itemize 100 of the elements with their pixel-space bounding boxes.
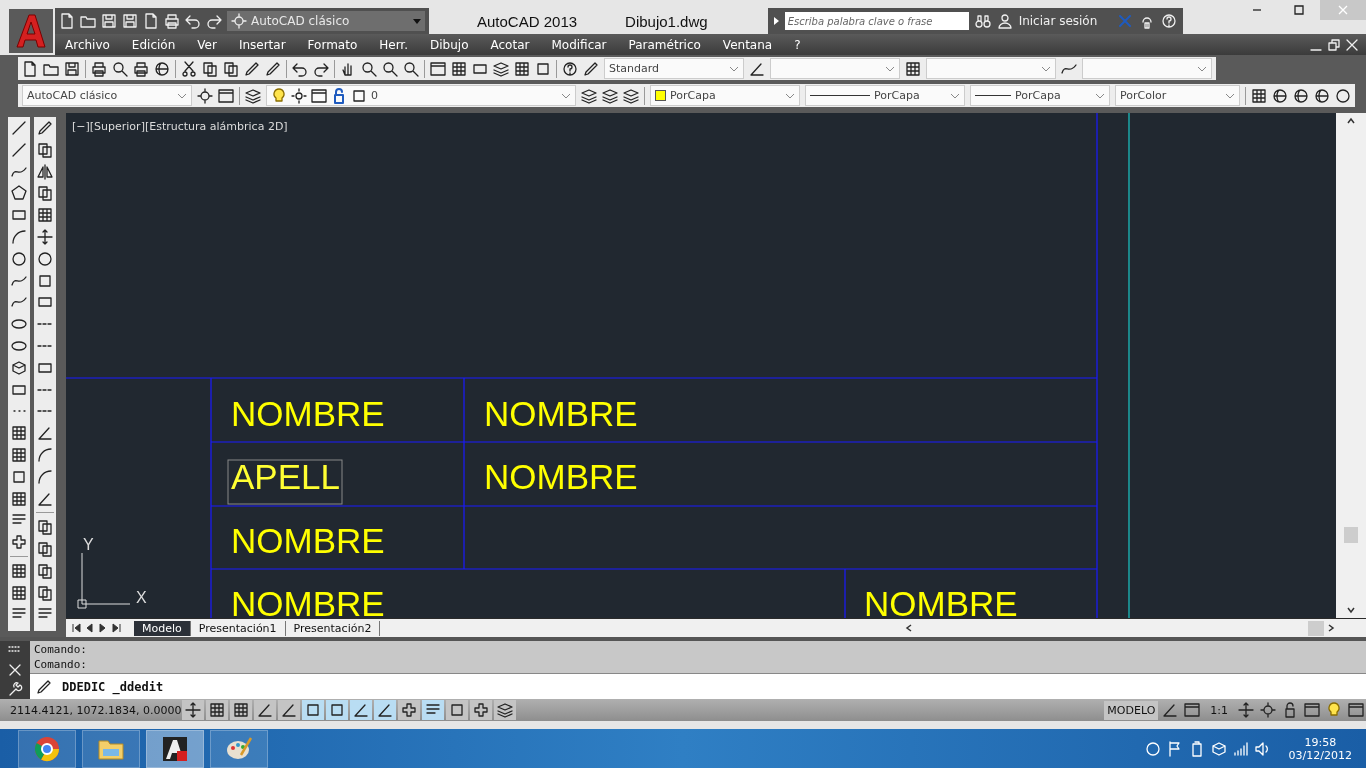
plus-toggle-button[interactable] xyxy=(398,700,420,720)
plus-icon[interactable] xyxy=(11,534,27,551)
printer-icon[interactable] xyxy=(91,60,107,77)
binoculars-icon[interactable] xyxy=(974,13,991,29)
menu-item[interactable]: Herr. xyxy=(379,37,408,52)
sign-in-link[interactable]: Iniciar sesión xyxy=(1018,14,1098,28)
square-toggle-button[interactable] xyxy=(326,700,348,720)
plus-toggle-button[interactable] xyxy=(470,700,492,720)
menu-item[interactable]: Ventana xyxy=(722,37,773,52)
signal-icon[interactable] xyxy=(1232,740,1249,757)
user-icon[interactable] xyxy=(996,13,1013,29)
annotation-scale-button[interactable]: 1:1 xyxy=(1210,703,1228,717)
coordinates-display[interactable]: 2114.4121, 1072.1834, 0.0000 xyxy=(10,703,180,717)
copy-icon[interactable] xyxy=(37,519,53,536)
viewport-label[interactable]: [−][Superior][Estructura alámbrica 2D] xyxy=(72,120,288,133)
menu-item[interactable]: Dibujo xyxy=(430,37,469,52)
layers-icon[interactable] xyxy=(623,87,639,104)
folder-icon[interactable] xyxy=(80,13,96,29)
grid-icon[interactable] xyxy=(11,446,27,463)
scissors-icon[interactable] xyxy=(181,60,197,77)
layers-toggle-button[interactable] xyxy=(494,700,516,720)
drawing-text[interactable]: NOMBRE xyxy=(231,584,385,618)
menu-item[interactable]: Modificar xyxy=(551,37,607,52)
undo-icon[interactable] xyxy=(185,13,201,29)
arc-icon[interactable] xyxy=(37,468,53,485)
search-field[interactable]: Escriba palabra clave o frase xyxy=(784,12,969,30)
layers-icon[interactable] xyxy=(581,87,597,104)
angle-toggle-button[interactable] xyxy=(254,700,276,720)
document-icon[interactable] xyxy=(22,60,38,77)
angle-icon[interactable] xyxy=(37,425,53,442)
grid-icon[interactable] xyxy=(37,207,53,224)
menu-item[interactable]: Acotar xyxy=(490,37,530,52)
drawing-text[interactable]: NOMBRE xyxy=(231,394,385,433)
grid-icon[interactable] xyxy=(451,60,467,77)
bulb-icon[interactable] xyxy=(1326,702,1342,718)
vertical-scrollbar[interactable] xyxy=(1336,113,1366,618)
clock-time[interactable]: 19:58 xyxy=(1304,735,1337,749)
angle-toggle-button[interactable] xyxy=(374,700,396,720)
window-icon[interactable] xyxy=(430,60,446,77)
multileader-style-dropdown[interactable] xyxy=(1082,58,1212,79)
copy-icon[interactable] xyxy=(37,540,53,557)
viewports-icon[interactable] xyxy=(1184,702,1201,718)
layer-dropdown[interactable]: 0 xyxy=(266,85,576,106)
grid-icon[interactable] xyxy=(11,490,27,507)
model-space-button[interactable]: MODELO xyxy=(1104,700,1159,720)
mirror-icon[interactable] xyxy=(37,163,53,180)
angle-toggle-button[interactable] xyxy=(278,700,300,720)
layout-tab[interactable]: Presentación2 xyxy=(285,620,381,636)
magnifier-icon[interactable] xyxy=(382,60,398,77)
copy-icon[interactable] xyxy=(37,562,53,579)
brush-icon[interactable] xyxy=(244,60,260,77)
menu-item[interactable]: Ver xyxy=(197,37,217,52)
drawing-text[interactable]: NOMBRE xyxy=(484,457,638,496)
copy-icon[interactable] xyxy=(223,60,239,77)
speaker-icon[interactable] xyxy=(1254,740,1271,757)
grid-icon[interactable] xyxy=(11,562,27,579)
text-lines-toggle-button[interactable] xyxy=(422,700,444,720)
square-icon[interactable] xyxy=(11,468,27,485)
menu-item[interactable]: Insertar xyxy=(238,37,286,52)
drawing-text[interactable]: NOMBRE xyxy=(484,394,638,433)
restore-icon[interactable] xyxy=(1326,36,1342,53)
layout-tab[interactable]: Presentación1 xyxy=(190,620,286,636)
document-icon[interactable] xyxy=(143,13,159,29)
arc-icon[interactable] xyxy=(37,446,53,463)
grid-icon[interactable] xyxy=(11,584,27,601)
browser-taskbar-button[interactable] xyxy=(18,729,76,768)
help-icon[interactable] xyxy=(562,60,578,77)
window-icon[interactable] xyxy=(218,87,234,104)
grid-toggle-button[interactable] xyxy=(206,700,228,720)
menu-item[interactable]: Archivo xyxy=(65,37,110,52)
expand-icon[interactable] xyxy=(773,17,779,25)
wrench-icon[interactable] xyxy=(7,681,23,698)
clock-date[interactable]: 03/12/2012 xyxy=(1288,748,1352,762)
layout-tab[interactable]: Modelo xyxy=(134,620,191,636)
magnifier-icon[interactable] xyxy=(361,60,377,77)
box-icon[interactable] xyxy=(1210,740,1227,757)
horizontal-scrollbar[interactable] xyxy=(904,620,1336,636)
workspace-dropdown[interactable]: AutoCAD clásico xyxy=(22,85,192,106)
copy-icon[interactable] xyxy=(202,60,218,77)
drawing-text[interactable]: NOMBRE xyxy=(864,584,1018,618)
lock-icon[interactable] xyxy=(1282,702,1298,718)
grid-toggle-button[interactable] xyxy=(230,700,252,720)
cross-arrows-icon[interactable] xyxy=(37,229,53,245)
square-icon[interactable] xyxy=(535,60,551,77)
line-icon[interactable] xyxy=(11,141,27,158)
linetype-dropdown[interactable]: PorCapa xyxy=(805,85,965,106)
line-icon[interactable] xyxy=(11,120,27,136)
copy-icon[interactable] xyxy=(37,584,53,601)
copy-icon[interactable] xyxy=(37,185,53,202)
grid-icon[interactable] xyxy=(514,60,530,77)
redo-icon[interactable] xyxy=(206,13,222,29)
workspace-dropdown[interactable]: AutoCAD clásico xyxy=(227,11,425,31)
polygon-icon[interactable] xyxy=(11,185,27,202)
arc-icon[interactable] xyxy=(11,229,27,245)
magnifier-icon[interactable] xyxy=(403,60,419,77)
angle-toggle-button[interactable] xyxy=(350,700,372,720)
cross-arrows-toggle-button[interactable] xyxy=(182,700,204,720)
menu-item[interactable]: Edición xyxy=(131,37,176,52)
magnifier-icon[interactable] xyxy=(112,60,128,77)
close-icon[interactable] xyxy=(7,662,23,678)
